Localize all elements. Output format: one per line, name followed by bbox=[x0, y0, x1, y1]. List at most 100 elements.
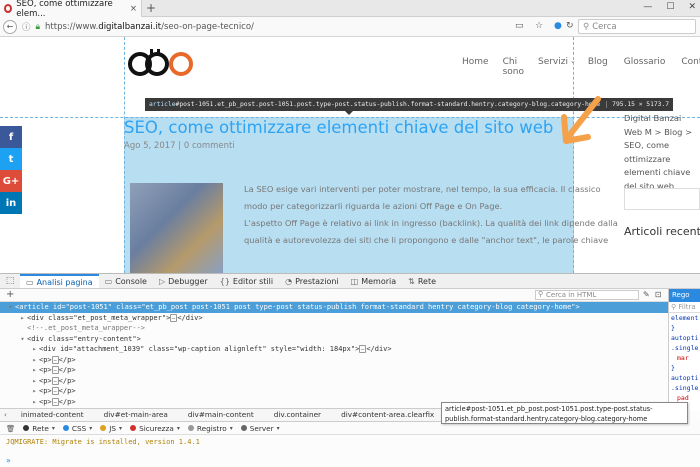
html-tree-node[interactable]: ▸ <div id="attachment_1039" class="wp-cap… bbox=[0, 344, 668, 355]
nav-home[interactable]: Home bbox=[462, 57, 489, 77]
dropdown-chevron-icon[interactable]: ▾ bbox=[119, 425, 122, 432]
dropdown-chevron-icon[interactable]: ▾ bbox=[52, 425, 55, 432]
breadcrumb-item[interactable]: div#content-area.clearfix bbox=[331, 409, 444, 421]
dropdown-chevron-icon[interactable]: ▾ bbox=[177, 425, 180, 432]
html-tree-node[interactable]: <!--.et_post_meta_wrapper--> bbox=[0, 323, 668, 334]
console-filter-registro[interactable]: Registro ▾ bbox=[187, 423, 233, 433]
expand-toggle-icon[interactable]: ▸ bbox=[30, 355, 39, 366]
breadcrumb-item[interactable]: inimated-content bbox=[11, 409, 94, 421]
console-filter-server[interactable]: Server ▾ bbox=[240, 424, 280, 433]
breadcrumb-hover-tooltip: article#post-1051.et_pb_post.post-1051.p… bbox=[441, 402, 688, 424]
console-filter-sicurezza[interactable]: Sicurezza ▾ bbox=[130, 424, 180, 433]
collapsed-ellipsis-icon[interactable]: … bbox=[51, 397, 59, 406]
tab-prestazioni[interactable]: ◔ Prestazioni bbox=[279, 274, 345, 288]
nav-glossario[interactable]: Glossario bbox=[624, 57, 666, 77]
search-bar[interactable]: ⚲ Cerca bbox=[578, 19, 696, 34]
nav-blog[interactable]: Blog bbox=[588, 57, 608, 77]
browser-tab[interactable]: SEO, come ottimizzare elem... × bbox=[0, 0, 142, 19]
info-icon[interactable]: ⓘ bbox=[22, 21, 31, 33]
collapsed-ellipsis-icon[interactable]: … bbox=[51, 355, 59, 364]
filter-dot-icon bbox=[23, 425, 30, 431]
reload-icon[interactable]: ↻ bbox=[566, 21, 574, 31]
element-picker-icon[interactable]: ⬚ bbox=[0, 274, 20, 288]
lock-icon[interactable]: 🔒︎ bbox=[36, 22, 41, 32]
expand-toggle-icon[interactable]: ▸ bbox=[30, 376, 39, 387]
html-tree-node[interactable]: ▸ <div class="et_post_meta_wrapper">… </di… bbox=[0, 313, 668, 324]
rules-tab[interactable]: Rego bbox=[669, 289, 700, 302]
nav-chi-sono[interactable]: Chi sono bbox=[503, 57, 524, 77]
nav-contatti[interactable]: Contatti bbox=[681, 57, 700, 77]
minimize-icon[interactable]: — bbox=[643, 2, 652, 12]
html-tree-node[interactable]: ▸<p>…</p> bbox=[0, 376, 668, 387]
html-tree-node[interactable]: ▸<p>…</p> bbox=[0, 355, 668, 366]
expand-toggle-icon[interactable]: ▸ bbox=[30, 386, 39, 397]
body-line: L'aspetto Off Page è relativo ai link in… bbox=[244, 218, 618, 228]
dropdown-chevron-icon[interactable]: ▾ bbox=[89, 425, 92, 432]
html-tree-node[interactable]: ▾ <div class="entry-content"> bbox=[0, 334, 668, 345]
tab-title: SEO, come ottimizzare elem... bbox=[16, 0, 113, 19]
console-filter-css[interactable]: CSS ▾ bbox=[62, 424, 92, 433]
html-tree-node[interactable]: ▸<p>…</p> bbox=[0, 365, 668, 376]
dropdown-chevron-icon[interactable]: ▾ bbox=[230, 425, 233, 432]
tab-debugger[interactable]: ▷ Debugger bbox=[153, 274, 214, 288]
linkedin-icon[interactable]: in bbox=[0, 192, 22, 214]
filter-label: Sicurezza bbox=[139, 423, 174, 433]
tab-close-icon[interactable]: × bbox=[130, 4, 137, 14]
post-title[interactable]: SEO, come ottimizzare elementi chiave de… bbox=[124, 118, 553, 137]
rule-line: .single bbox=[671, 344, 699, 352]
expand-toggle-icon[interactable]: ▾ bbox=[6, 302, 15, 313]
close-window-icon[interactable]: ✕ bbox=[688, 2, 696, 12]
facebook-icon[interactable]: f bbox=[0, 126, 22, 148]
console-filter-rete[interactable]: Rete ▾ bbox=[23, 424, 55, 433]
rules-filter-input[interactable]: ⚲ Filtra bbox=[669, 302, 700, 313]
tab-rete[interactable]: ⇅ Rete bbox=[402, 274, 442, 288]
trash-icon[interactable]: 🗑︎ bbox=[6, 424, 15, 433]
console-prompt-input[interactable]: » bbox=[6, 456, 11, 465]
expand-toggle-icon[interactable]: ▾ bbox=[18, 334, 27, 345]
tab-label: Console bbox=[115, 276, 147, 286]
tab-memoria[interactable]: ◫ Memoria bbox=[345, 274, 403, 288]
tab-analisi-pagina[interactable]: ▭ Analisi pagina bbox=[20, 274, 99, 288]
site-logo[interactable] bbox=[128, 47, 194, 79]
collapsed-ellipsis-icon[interactable]: … bbox=[51, 366, 59, 374]
inspector-icon: ▭ bbox=[26, 277, 34, 287]
html-tree-node[interactable]: ▸<p>…</p> bbox=[0, 386, 668, 397]
nav-servizi[interactable]: Servizi bbox=[538, 57, 568, 77]
dropdown-chevron-icon[interactable]: ▾ bbox=[277, 425, 280, 432]
node-closing-tag: </p> bbox=[58, 376, 76, 385]
post-comments-link[interactable]: 0 commenti bbox=[184, 141, 235, 151]
extension-icon[interactable]: ● bbox=[554, 21, 562, 31]
new-tab-button[interactable]: + bbox=[146, 1, 156, 15]
add-node-button[interactable]: + bbox=[6, 289, 14, 300]
expand-toggle-icon[interactable]: ▸ bbox=[30, 365, 39, 376]
collapsed-ellipsis-icon[interactable]: … bbox=[51, 376, 59, 385]
expand-toggle-icon[interactable]: ▸ bbox=[30, 344, 39, 355]
expand-toggle-icon[interactable]: ▸ bbox=[18, 313, 27, 324]
tab-editor-stili[interactable]: {} Editor stili bbox=[214, 274, 279, 288]
rules-filter-placeholder: Filtra bbox=[678, 303, 696, 311]
bookmark-star-icon[interactable]: ☆ bbox=[535, 21, 543, 31]
html-search-input[interactable]: ⚲ Cerca in HTML bbox=[535, 290, 639, 300]
url-bar[interactable]: ⓘ 🔒︎ https://www.digitalbanzai.it/seo-on… bbox=[22, 19, 500, 34]
eyedropper-icon[interactable]: ✎ bbox=[643, 290, 650, 299]
twitter-icon[interactable]: t bbox=[0, 148, 22, 170]
expand-toggle-icon[interactable]: ▸ bbox=[30, 397, 39, 408]
collapsed-ellipsis-icon[interactable]: … bbox=[51, 387, 59, 395]
filter-label: Registro bbox=[196, 423, 227, 433]
breadcrumb-item[interactable]: div#et-main-area bbox=[94, 409, 178, 421]
tab-console[interactable]: ▭ Console bbox=[99, 274, 153, 288]
maximize-icon[interactable]: ☐ bbox=[666, 2, 674, 12]
tab-label: Rete bbox=[417, 276, 437, 286]
google-plus-icon[interactable]: G+ bbox=[0, 170, 22, 192]
breadcrumb-scroll-left-icon[interactable]: ‹ bbox=[0, 411, 11, 419]
filter-dot-icon bbox=[187, 425, 194, 431]
breadcrumb-item[interactable]: div.container bbox=[264, 409, 331, 421]
sidebar-search-input[interactable] bbox=[624, 188, 700, 210]
rule-line: } bbox=[671, 364, 675, 372]
reader-view-icon[interactable]: ▭ bbox=[515, 21, 524, 31]
html-tree-node[interactable]: ▾ <article id="post-1051" class="et_pb_po… bbox=[0, 302, 668, 313]
breadcrumb-item[interactable]: div#main-content bbox=[178, 409, 264, 421]
back-button[interactable]: ← bbox=[3, 19, 17, 34]
screenshot-node-icon[interactable]: ⊡ bbox=[655, 290, 662, 299]
console-filter-js[interactable]: JS ▾ bbox=[100, 424, 122, 433]
